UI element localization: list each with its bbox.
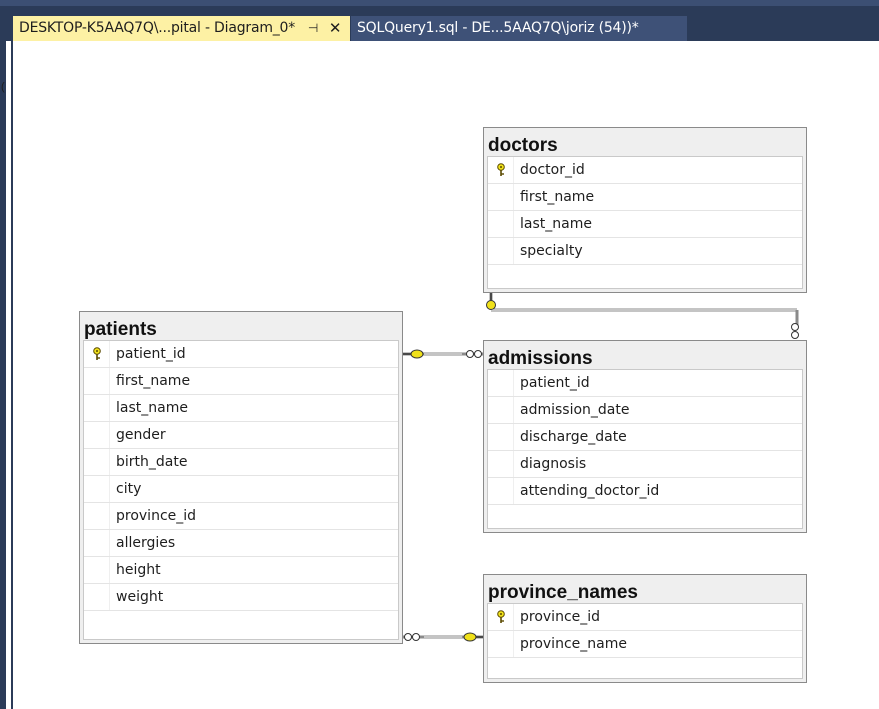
column-grid: patient_id admission_date discharge_datedi… bbox=[487, 369, 803, 529]
row-selector[interactable] bbox=[84, 584, 110, 610]
column-name: weight bbox=[116, 589, 164, 605]
column-name: specialty bbox=[520, 243, 583, 259]
column-name: attending_doctor_id bbox=[520, 483, 660, 499]
column-row[interactable]: last_name bbox=[84, 395, 398, 422]
column-name: discharge_date bbox=[520, 429, 627, 445]
key-icon bbox=[463, 632, 484, 642]
empty-new-row[interactable] bbox=[488, 265, 802, 291]
row-selector[interactable] bbox=[488, 238, 514, 264]
row-selector[interactable] bbox=[84, 530, 110, 556]
column-name: last_name bbox=[520, 216, 592, 232]
row-selector[interactable] bbox=[488, 397, 514, 423]
column-row[interactable]: patient_id bbox=[84, 341, 398, 368]
empty-new-row[interactable] bbox=[488, 505, 802, 531]
relationship-province-patients[interactable] bbox=[403, 632, 484, 642]
key-icon bbox=[486, 293, 496, 310]
column-row[interactable]: first_name bbox=[488, 184, 802, 211]
column-row[interactable]: province_id bbox=[488, 604, 802, 631]
primary-key-icon bbox=[496, 610, 506, 629]
table-doctors[interactable]: doctors doctor_id first_name last_namespec… bbox=[483, 127, 807, 293]
column-name: doctor_id bbox=[520, 162, 585, 178]
column-row[interactable]: height bbox=[84, 557, 398, 584]
row-selector[interactable] bbox=[84, 368, 110, 394]
column-name: height bbox=[116, 562, 161, 578]
column-row[interactable]: gender bbox=[84, 422, 398, 449]
column-name: last_name bbox=[116, 400, 188, 416]
relationship-doctors-admissions[interactable] bbox=[486, 293, 799, 339]
row-selector[interactable] bbox=[84, 476, 110, 502]
empty-new-row[interactable] bbox=[488, 658, 802, 684]
column-name: province_name bbox=[520, 636, 627, 652]
column-row[interactable]: doctor_id bbox=[488, 157, 802, 184]
column-row[interactable]: attending_doctor_id bbox=[488, 478, 802, 505]
column-row[interactable]: discharge_date bbox=[488, 424, 802, 451]
column-row[interactable]: province_id bbox=[84, 503, 398, 530]
infinity-icon bbox=[404, 633, 420, 641]
table-province-names[interactable]: province_names province_id province_name bbox=[483, 574, 807, 683]
column-name: city bbox=[116, 481, 142, 497]
row-selector[interactable] bbox=[488, 211, 514, 237]
primary-key-icon bbox=[92, 347, 102, 366]
column-row[interactable]: last_name bbox=[488, 211, 802, 238]
column-name: birth_date bbox=[116, 454, 188, 470]
table-admissions[interactable]: admissions patient_id admission_datedisch… bbox=[483, 340, 807, 533]
column-grid: patient_id first_name last_namegender birth… bbox=[83, 340, 399, 640]
row-selector[interactable] bbox=[488, 370, 514, 396]
row-selector[interactable] bbox=[488, 478, 514, 504]
column-row[interactable]: birth_date bbox=[84, 449, 398, 476]
column-name: first_name bbox=[116, 373, 191, 389]
row-selector[interactable] bbox=[84, 503, 110, 529]
table-patients[interactable]: patients patient_id first_name last_namege… bbox=[79, 311, 403, 644]
column-name: patient_id bbox=[520, 375, 590, 391]
column-row[interactable]: weight bbox=[84, 584, 398, 611]
column-row[interactable]: admission_date bbox=[488, 397, 802, 424]
row-selector[interactable] bbox=[84, 395, 110, 421]
column-row[interactable]: province_name bbox=[488, 631, 802, 658]
column-name: diagnosis bbox=[520, 456, 587, 472]
column-row[interactable]: diagnosis bbox=[488, 451, 802, 478]
key-icon bbox=[403, 349, 424, 359]
relationship-patients-admissions[interactable] bbox=[403, 349, 484, 359]
column-row[interactable]: patient_id bbox=[488, 370, 802, 397]
column-name: allergies bbox=[116, 535, 176, 551]
column-name: gender bbox=[116, 427, 166, 443]
column-name: admission_date bbox=[520, 402, 630, 418]
column-row[interactable]: specialty bbox=[488, 238, 802, 265]
infinity-icon bbox=[791, 323, 799, 339]
column-name: province_id bbox=[520, 609, 601, 625]
column-name: patient_id bbox=[116, 346, 186, 362]
row-selector[interactable] bbox=[488, 184, 514, 210]
column-row[interactable]: first_name bbox=[84, 368, 398, 395]
table-title: patients bbox=[84, 319, 157, 340]
row-selector[interactable] bbox=[488, 451, 514, 477]
column-name: province_id bbox=[116, 508, 197, 524]
table-title: admissions bbox=[488, 348, 593, 369]
row-selector[interactable] bbox=[84, 557, 110, 583]
primary-key-icon bbox=[496, 163, 506, 182]
row-selector[interactable] bbox=[488, 424, 514, 450]
table-title: doctors bbox=[488, 135, 558, 156]
row-selector[interactable] bbox=[84, 449, 110, 475]
row-selector[interactable] bbox=[488, 631, 514, 657]
empty-new-row[interactable] bbox=[84, 611, 398, 637]
infinity-icon bbox=[466, 350, 482, 358]
column-row[interactable]: city bbox=[84, 476, 398, 503]
column-grid: doctor_id first_name last_name specialty bbox=[487, 156, 803, 289]
table-title: province_names bbox=[488, 582, 638, 603]
column-grid: province_id province_name bbox=[487, 603, 803, 679]
column-name: first_name bbox=[520, 189, 595, 205]
row-selector[interactable] bbox=[84, 422, 110, 448]
column-row[interactable]: allergies bbox=[84, 530, 398, 557]
